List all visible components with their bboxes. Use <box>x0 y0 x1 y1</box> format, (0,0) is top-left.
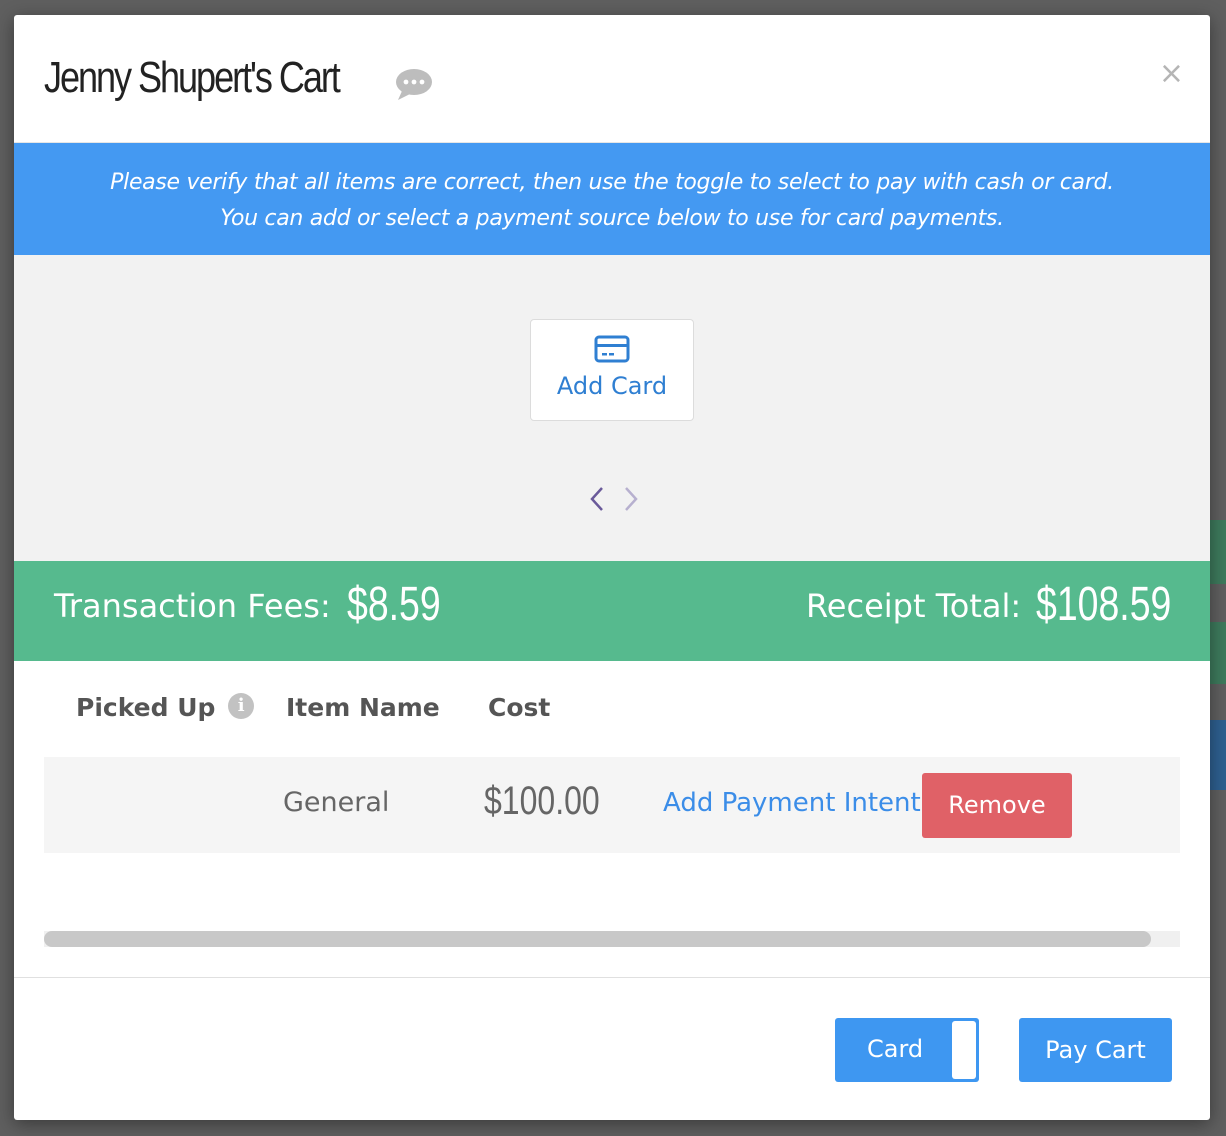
add-card-button[interactable]: Add Card <box>530 319 694 421</box>
scrollbar-thumb[interactable] <box>44 931 1151 947</box>
credit-card-icon <box>594 335 630 363</box>
add-payment-intent-link[interactable]: Add Payment Intent <box>663 788 921 818</box>
remove-item-button[interactable]: Remove <box>922 773 1072 838</box>
cart-items-table: Picked Up i Item Name Cost General $100.… <box>14 661 1210 977</box>
receipt-total-value: $108.59 <box>1036 578 1172 631</box>
backdrop-fragment <box>1210 520 1226 584</box>
column-header-picked-up: Picked Up i <box>76 693 255 722</box>
toggle-label: Card <box>867 1035 924 1063</box>
backdrop-fragment <box>1210 622 1226 684</box>
add-card-label: Add Card <box>556 372 668 400</box>
modal-header: Jenny Shupert's Cart × <box>14 15 1210 143</box>
toggle-knob[interactable] <box>952 1021 976 1079</box>
carousel-nav <box>586 483 642 515</box>
modal-footer: Card Pay Cart <box>14 977 1210 1120</box>
chat-bubble-icon[interactable] <box>394 67 434 101</box>
payment-source-carousel: Add Card <box>14 255 1210 561</box>
item-cost-cell: $100.00 <box>484 779 600 823</box>
backdrop-fragment <box>1210 720 1226 790</box>
horizontal-scrollbar[interactable] <box>44 931 1180 947</box>
cart-modal: Jenny Shupert's Cart × Please verify tha… <box>14 15 1210 1120</box>
pay-cart-button[interactable]: Pay Cart <box>1019 1018 1172 1082</box>
modal-title: Jenny Shupert's Cart <box>44 53 341 102</box>
banner-line-1: Please verify that all items are correct… <box>110 170 1114 195</box>
item-name-cell: General <box>283 787 390 818</box>
transaction-fees-label: Transaction Fees: <box>54 587 331 625</box>
cash-card-toggle[interactable]: Card <box>835 1018 979 1082</box>
column-header-cost: Cost <box>488 693 551 722</box>
instructions-banner: Please verify that all items are correct… <box>14 143 1210 255</box>
info-icon[interactable]: i <box>228 693 255 719</box>
banner-line-2: You can add or select a payment source b… <box>220 206 1004 231</box>
transaction-fees-value: $8.59 <box>347 578 441 631</box>
column-header-label: Picked Up <box>76 693 216 722</box>
table-row: General $100.00 Add Payment Intent Remov… <box>44 757 1180 853</box>
chevron-left-icon[interactable] <box>586 483 610 515</box>
chevron-right-icon[interactable] <box>618 483 642 515</box>
column-header-item-name: Item Name <box>286 693 440 722</box>
close-icon[interactable]: × <box>1159 59 1184 89</box>
totals-bar: Transaction Fees: $8.59 Receipt Total: $… <box>14 561 1210 661</box>
receipt-total-label: Receipt Total: <box>806 587 1022 625</box>
